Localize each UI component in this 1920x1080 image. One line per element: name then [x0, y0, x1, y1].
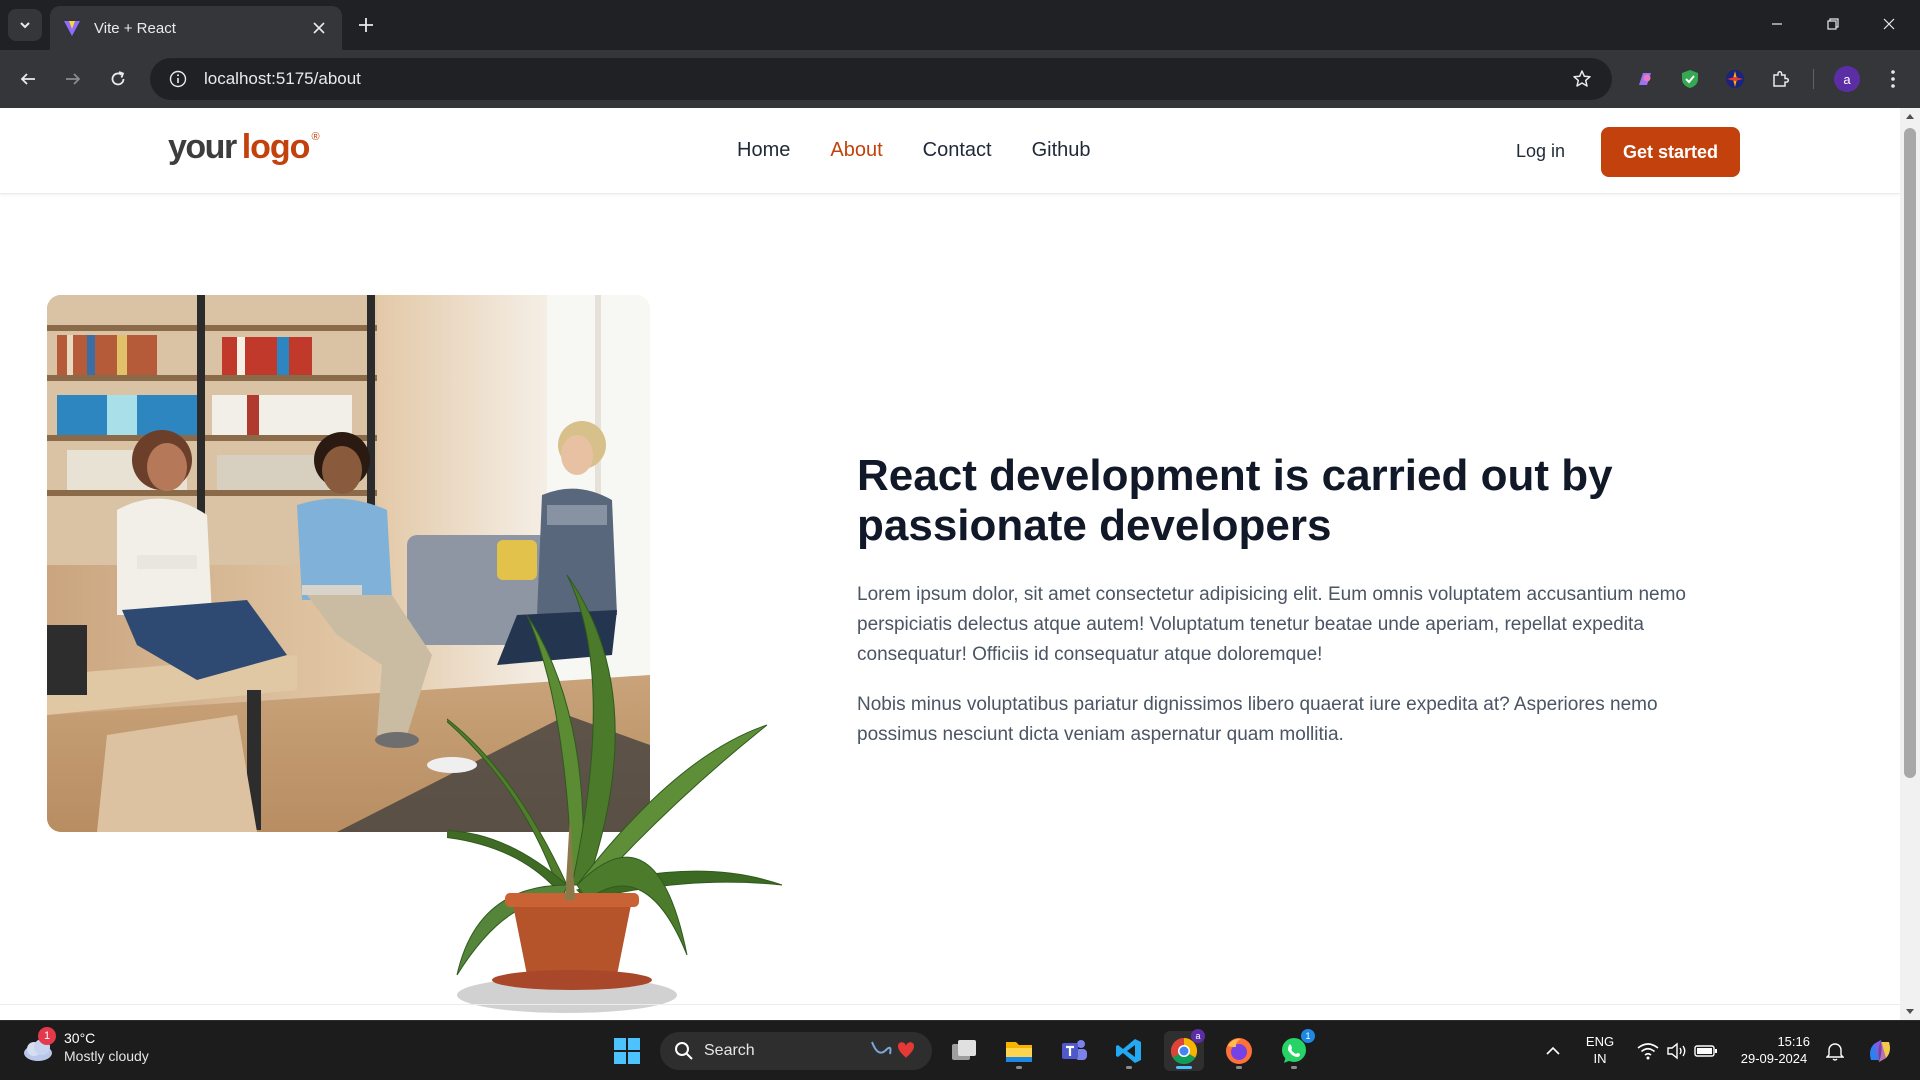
hero-paragraph-2: Nobis minus voluptatibus pariatur dignis…	[857, 694, 1658, 745]
running-indicator	[1291, 1066, 1297, 1069]
puzzle-extensions-icon[interactable]	[1766, 64, 1796, 94]
profile-initial: a	[1834, 66, 1860, 92]
vscode-icon[interactable]	[1109, 1031, 1149, 1071]
region-code: IN	[1593, 1051, 1607, 1066]
show-hidden-icons-chevron-up-icon[interactable]	[1533, 1031, 1573, 1071]
profile-avatar[interactable]: a	[1832, 64, 1862, 94]
main-nav: Home About Contact Github	[737, 139, 1091, 162]
cloudy-weather-icon: 1	[20, 1027, 56, 1065]
section-divider	[0, 1004, 1900, 1005]
search-highlight-icon	[868, 1038, 918, 1069]
back-button[interactable]	[12, 63, 44, 95]
nav-contact[interactable]: Contact	[923, 139, 992, 162]
running-indicator	[1016, 1066, 1022, 1069]
weather-description: Mostly cloudy	[64, 1048, 149, 1064]
page-scrollbar[interactable]	[1900, 108, 1920, 1020]
logo-registered-mark: ®	[311, 131, 320, 143]
vite-icon	[62, 18, 82, 38]
login-link[interactable]: Log in	[1516, 141, 1565, 162]
extension-purple-icon[interactable]	[1630, 64, 1660, 94]
browser-menu-button[interactable]	[1878, 64, 1908, 94]
running-indicator	[1126, 1066, 1132, 1069]
kebab-menu-icon	[1891, 70, 1895, 88]
compass-extension-icon[interactable]	[1720, 64, 1750, 94]
search-icon	[675, 1042, 693, 1060]
weather-temperature: 30°C	[64, 1030, 96, 1046]
scroll-up-arrow-icon[interactable]	[1900, 108, 1920, 124]
file-explorer-icon[interactable]	[999, 1031, 1039, 1071]
close-window-button[interactable]	[1866, 6, 1912, 42]
scroll-down-arrow-icon[interactable]	[1900, 1004, 1920, 1020]
task-view-icon[interactable]	[944, 1031, 984, 1071]
potted-plant	[406, 555, 787, 1015]
address-bar[interactable]: localhost:5175/about	[150, 58, 1612, 100]
restore-button[interactable]	[1810, 6, 1856, 42]
running-indicator	[1236, 1066, 1242, 1069]
close-tab-icon[interactable]	[306, 15, 332, 41]
firefox-icon[interactable]	[1219, 1031, 1259, 1071]
plus-icon	[359, 18, 373, 32]
weather-widget[interactable]: 1 30°C Mostly cloudy	[20, 1027, 149, 1065]
page-viewport: your logo ® Home About Contact Github Lo…	[0, 108, 1900, 1020]
forward-button[interactable]	[57, 63, 89, 95]
hero-title: React development is carried out by pass…	[857, 451, 1613, 550]
tab-search-button[interactable]	[8, 9, 42, 41]
bookmark-star-icon[interactable]	[1562, 58, 1602, 100]
clock-date: 29-09-2024	[1740, 1051, 1808, 1066]
site-header: your logo ® Home About Contact Github Lo…	[0, 108, 1900, 194]
site-logo[interactable]: your logo ®	[168, 128, 320, 172]
whatsapp-notification-badge: 1	[1301, 1029, 1315, 1043]
shield-extension-icon[interactable]	[1675, 64, 1705, 94]
battery-icon[interactable]	[1686, 1031, 1726, 1071]
language-indicator[interactable]: ENG IN	[1578, 1033, 1622, 1067]
clock-time: 15:16	[1777, 1034, 1810, 1049]
teams-icon[interactable]	[1054, 1031, 1094, 1071]
site-info-icon[interactable]	[158, 58, 198, 100]
url-text[interactable]: localhost:5175/about	[204, 69, 1562, 89]
tab-title: Vite + React	[94, 19, 176, 37]
toolbar-divider	[1813, 69, 1814, 89]
chrome-profile-badge: a	[1191, 1029, 1205, 1043]
forward-arrow-icon	[66, 73, 81, 85]
new-tab-button[interactable]	[352, 11, 380, 39]
search-label: Search	[704, 1042, 755, 1059]
hero-paragraph-1: Lorem ipsum dolor, sit amet consectetur …	[857, 584, 1686, 665]
browser-tab[interactable]: Vite + React	[50, 6, 342, 50]
chrome-icon[interactable]: a	[1164, 1029, 1205, 1071]
close-icon	[1883, 18, 1895, 30]
nav-github[interactable]: Github	[1032, 139, 1091, 162]
reload-button[interactable]	[102, 63, 134, 95]
logo-text-your: your	[168, 128, 237, 166]
back-arrow-icon	[20, 73, 35, 85]
restore-icon	[1827, 18, 1839, 30]
chevron-down-icon	[20, 22, 30, 29]
notification-bell-icon[interactable]	[1815, 1031, 1855, 1071]
browser-toolbar: localhost:5175/about a	[0, 50, 1920, 108]
browser-tab-bar: Vite + React	[0, 0, 1920, 50]
active-indicator	[1176, 1066, 1192, 1069]
taskbar-search-box[interactable]: Search	[660, 1032, 932, 1070]
nav-about[interactable]: About	[830, 139, 882, 162]
clock[interactable]: 15:16 29-09-2024	[1734, 1033, 1814, 1067]
whatsapp-icon[interactable]: 1	[1274, 1029, 1315, 1071]
windows-start-icon[interactable]	[607, 1031, 647, 1071]
logo-text-logo: logo	[241, 128, 311, 166]
language-code: ENG	[1585, 1034, 1615, 1049]
copilot-icon[interactable]	[1860, 1031, 1900, 1071]
get-started-button[interactable]: Get started	[1601, 127, 1740, 177]
minimize-icon	[1772, 23, 1782, 25]
hero-image	[47, 295, 792, 1020]
windows-taskbar: 1 30°C Mostly cloudy Search a 1 ENG IN 1…	[0, 1020, 1920, 1080]
nav-home[interactable]: Home	[737, 139, 790, 162]
minimize-button[interactable]	[1754, 6, 1800, 42]
scroll-thumb[interactable]	[1904, 128, 1916, 778]
weather-alert-badge: 1	[38, 1027, 56, 1045]
reload-icon	[111, 71, 125, 86]
